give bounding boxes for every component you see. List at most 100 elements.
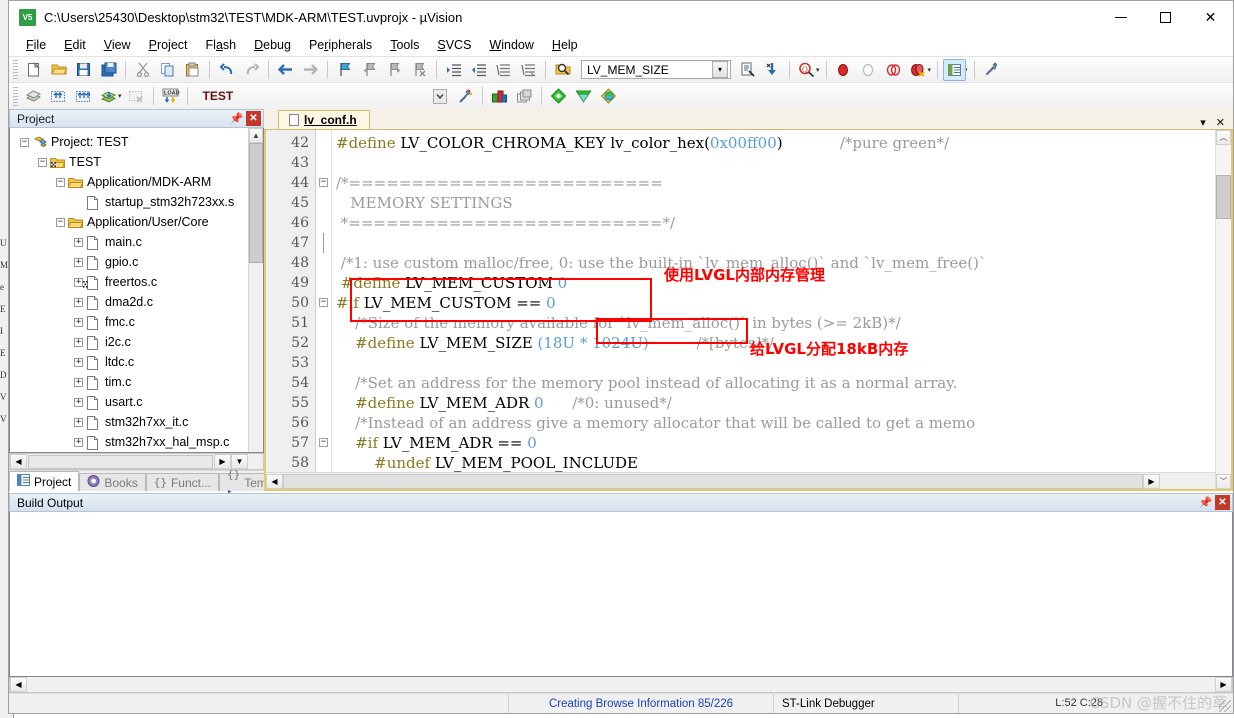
menu-view[interactable]: View <box>95 35 140 55</box>
tree-item[interactable]: + stm32h7xx_it.c <box>10 412 248 432</box>
copy-icon[interactable] <box>156 59 179 81</box>
target-options-icon[interactable] <box>454 85 477 107</box>
build-pin-icon[interactable]: 📌 <box>1198 495 1213 510</box>
scroll-up-icon[interactable]: ▲ <box>249 128 263 143</box>
project-tree[interactable]: − Project: TEST − TEST − Application/MDK-ARM s… <box>10 128 248 452</box>
expand-icon[interactable]: + <box>74 397 83 407</box>
tree-item[interactable]: − TEST <box>10 152 248 172</box>
minimize-button[interactable] <box>1098 1 1143 33</box>
uncomment-icon[interactable] <box>517 59 540 81</box>
code-line[interactable]: #define LV_MEM_ADR 0 /*0: unused*/ <box>336 393 1215 413</box>
pin-icon[interactable]: 📌 <box>229 111 244 126</box>
project-tree-vscrollbar[interactable]: ▲ <box>248 128 263 452</box>
maximize-button[interactable] <box>1143 1 1188 33</box>
expand-icon[interactable]: + <box>74 337 83 347</box>
insert-breakpoint-icon[interactable] <box>832 59 855 81</box>
collapse-icon[interactable]: − <box>20 137 29 147</box>
tree-item[interactable]: − Project: TEST <box>10 132 248 152</box>
expand-icon[interactable]: + <box>74 237 83 247</box>
menu-project[interactable]: Project <box>140 35 197 55</box>
code-line[interactable]: #undef LV_MEM_POOL_INCLUDE <box>336 453 1215 472</box>
build-scroll-right-icon[interactable]: ▶ <box>1215 677 1232 692</box>
disable-all-breakpoints-icon[interactable] <box>907 59 930 81</box>
close-icon[interactable]: ✕ <box>246 111 261 126</box>
packs-green-icon[interactable] <box>547 85 570 107</box>
find-icon[interactable]: Q <box>795 59 818 81</box>
close-button[interactable]: ✕ <box>1188 1 1233 33</box>
code-line[interactable]: #define LV_MEM_CUSTOM 0 <box>336 273 1215 293</box>
expand-icon[interactable]: + <box>74 297 83 307</box>
editor-scroll-right-icon[interactable]: ▶ <box>1143 473 1160 489</box>
code-line[interactable] <box>336 233 1215 253</box>
code-folding-column[interactable]: − − − <box>316 129 332 473</box>
target-selector[interactable]: TEST <box>198 87 348 106</box>
build-output-hscrollbar[interactable]: ◀ ▶ <box>9 677 1233 693</box>
toolbar-grip[interactable] <box>13 60 18 79</box>
tree-item[interactable]: + i2c.c <box>10 332 248 352</box>
expand-icon[interactable]: + <box>74 437 83 447</box>
window-layout-icon[interactable] <box>943 58 967 81</box>
indent-icon[interactable] <box>442 59 465 81</box>
tree-item[interactable]: − Application/User/Core <box>10 212 248 232</box>
code-line[interactable]: /*Set an address for the memory pool ins… <box>336 373 1215 393</box>
packs-cyan-icon[interactable] <box>572 85 595 107</box>
expand-icon[interactable]: + <box>74 317 83 327</box>
kill-breakpoints-icon[interactable] <box>882 59 905 81</box>
comment-icon[interactable] <box>492 59 515 81</box>
scroll-left-icon[interactable]: ◀ <box>10 454 27 469</box>
toolbar-grip-2[interactable] <box>13 86 18 106</box>
editor-vscroll-thumb[interactable] <box>1216 174 1231 219</box>
menu-edit[interactable]: Edit <box>55 35 95 55</box>
project-tab-books[interactable]: Books <box>79 473 146 491</box>
manage-project-items-icon[interactable] <box>513 85 536 107</box>
cut-icon[interactable] <box>131 59 154 81</box>
outdent-icon[interactable] <box>467 59 490 81</box>
editor-scroll-left-icon[interactable]: ◀ <box>266 473 283 489</box>
hscroll-thumb[interactable] <box>28 454 213 469</box>
code-line[interactable]: *=========================*/ <box>336 213 1215 233</box>
save-all-icon[interactable] <box>97 59 120 81</box>
tree-item[interactable]: + main.c <box>10 232 248 252</box>
editor-tablist-dropdown-icon[interactable]: ▾ <box>1200 116 1206 129</box>
redo-icon[interactable] <box>240 59 263 81</box>
build-icon[interactable] <box>47 85 70 107</box>
expand-icon[interactable]: + <box>74 377 83 387</box>
code-line[interactable]: #if LV_MEM_CUSTOM == 0 <box>336 293 1215 313</box>
open-file-icon[interactable] <box>47 59 70 81</box>
tree-item[interactable]: − Application/MDK-ARM <box>10 172 248 192</box>
expand-icon[interactable]: + <box>74 417 83 427</box>
menu-file[interactable]: File <box>17 35 55 55</box>
undo-icon[interactable] <box>215 59 238 81</box>
code-line[interactable]: #if LV_MEM_ADR == 0 <box>336 433 1215 453</box>
project-tab-project[interactable]: Project <box>9 471 80 491</box>
code-line[interactable]: /*1: use custom malloc/free, 0: use the … <box>336 253 1215 273</box>
tree-item[interactable]: + stm32h7xx_hal_msp.c <box>10 432 248 452</box>
editor-tab-lv-conf-h[interactable]: lv_conf.h <box>278 109 370 129</box>
goto-definition-icon[interactable] <box>761 59 784 81</box>
tree-item[interactable]: + dma2d.c <box>10 292 248 312</box>
menu-debug[interactable]: Debug <box>245 35 300 55</box>
stop-build-icon[interactable] <box>125 85 148 107</box>
expand-icon[interactable]: + <box>74 257 83 267</box>
bookmark-next-icon[interactable] <box>383 59 406 81</box>
code-line[interactable] <box>336 153 1215 173</box>
collapse-icon[interactable]: − <box>56 177 65 187</box>
tree-item[interactable]: startup_stm32h723xx.s <box>10 192 248 212</box>
fold-collapse-icon[interactable]: − <box>316 293 331 313</box>
code-line[interactable]: /*Instead of an address give a memory al… <box>336 413 1215 433</box>
fold-collapse-icon[interactable]: − <box>316 173 331 193</box>
editor-scroll-down-icon[interactable]: ﹀ <box>1216 474 1231 489</box>
new-file-icon[interactable] <box>22 59 45 81</box>
menu-peripherals[interactable]: Peripherals <box>300 35 381 55</box>
batch-build-icon[interactable] <box>97 85 120 107</box>
disable-breakpoint-icon[interactable] <box>857 59 880 81</box>
expand-icon[interactable]: + <box>74 277 83 287</box>
fold-collapse-icon[interactable]: − <box>316 433 331 453</box>
menu-tools[interactable]: Tools <box>381 35 428 55</box>
menu-help[interactable]: Help <box>543 35 587 55</box>
build-output-body[interactable] <box>9 512 1233 677</box>
window-resize-grip[interactable] <box>1219 700 1231 712</box>
code-line[interactable]: /*Size of the memory available for `lv_m… <box>336 313 1215 333</box>
editor-scroll-up-icon[interactable]: ︿ <box>1216 129 1231 145</box>
bookmark-toggle-icon[interactable] <box>333 59 356 81</box>
